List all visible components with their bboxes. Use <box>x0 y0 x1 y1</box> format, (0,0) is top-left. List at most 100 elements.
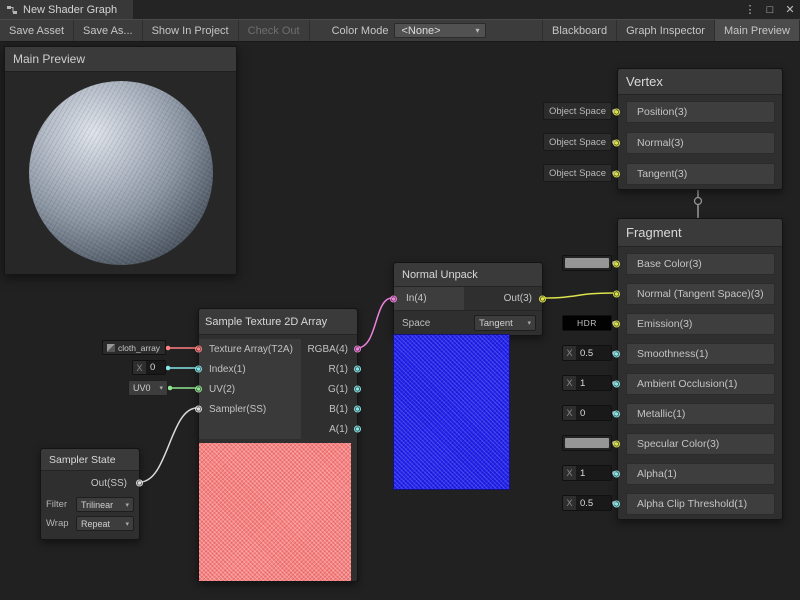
window-menu-icon[interactable]: ⋮ <box>740 0 760 19</box>
smoothness-port[interactable] <box>613 351 620 358</box>
metallic-value[interactable]: 0 <box>576 406 611 420</box>
vertex-row-normal[interactable]: Normal(3) <box>626 132 775 154</box>
input-index[interactable]: Index(1) <box>199 359 301 379</box>
graph-inspector-toggle-button[interactable]: Graph Inspector <box>617 20 715 41</box>
fragment-row-specular-color[interactable]: Specular Color(3) <box>626 433 775 455</box>
sampler-state-node[interactable]: Sampler State Out(SS) Filter Trilinear ▾… <box>40 448 140 540</box>
texture-array-object-field[interactable]: cloth_array <box>102 340 166 355</box>
in-port[interactable] <box>390 295 397 302</box>
window-tab[interactable]: New Shader Graph <box>0 0 133 19</box>
vertex-node[interactable]: Vertex Position(3) Normal(3) Tangent(3) <box>617 68 783 190</box>
output-r[interactable]: R(1) <box>301 359 357 379</box>
tangent-port[interactable] <box>613 171 620 178</box>
position-port[interactable] <box>613 109 620 116</box>
alpha-clip-value[interactable]: 0.5 <box>576 496 611 510</box>
output-label: R(1) <box>329 364 348 375</box>
ambient-occlusion-value[interactable]: 1 <box>576 376 611 390</box>
vertex-row-position[interactable]: Position(3) <box>626 101 775 123</box>
fragment-row-metallic[interactable]: Metallic(1) <box>626 403 775 425</box>
alpha-clip-port[interactable] <box>613 501 620 508</box>
uv-channel-dropdown[interactable]: UV0 ▾ <box>128 380 168 396</box>
maximize-icon[interactable]: □ <box>760 0 780 19</box>
fragment-row-alpha[interactable]: Alpha(1) <box>626 463 775 485</box>
input-label: UV(2) <box>209 384 235 395</box>
unpack-input-in[interactable]: In(4) <box>394 287 464 310</box>
alpha-clip-field[interactable]: X0.5 <box>562 495 612 511</box>
normal-unpack-io: In(4) Out(3) <box>394 287 542 311</box>
close-icon[interactable]: ✕ <box>780 0 800 19</box>
index-port[interactable] <box>195 366 202 373</box>
sample-texture-2d-array-node[interactable]: Sample Texture 2D Array Texture Array(T2… <box>198 308 358 582</box>
edge-rgba-to-in[interactable] <box>357 298 392 348</box>
input-sampler[interactable]: Sampler(SS) <box>199 399 301 419</box>
index-field[interactable]: X0 <box>132 360 166 375</box>
output-rgba[interactable]: RGBA(4) <box>301 339 357 359</box>
alpha-field[interactable]: X1 <box>562 465 612 481</box>
base-color-swatch[interactable] <box>562 255 612 271</box>
input-texture-array[interactable]: Texture Array(T2A) <box>199 339 301 359</box>
specular-color-port[interactable] <box>613 441 620 448</box>
vertex-row-tangent[interactable]: Tangent(3) <box>626 163 775 185</box>
position-space-dropdown[interactable]: Object Space <box>543 102 612 120</box>
blackboard-toggle-button[interactable]: Blackboard <box>542 20 617 41</box>
r-port[interactable] <box>354 366 361 373</box>
base-color-port[interactable] <box>613 261 620 268</box>
filter-dropdown[interactable]: Trilinear ▾ <box>76 497 134 512</box>
fragment-row-smoothness[interactable]: Smoothness(1) <box>626 343 775 365</box>
smoothness-value[interactable]: 0.5 <box>576 346 611 360</box>
out-port[interactable] <box>539 295 546 302</box>
main-preview-toggle-button[interactable]: Main Preview <box>715 20 800 41</box>
texture-array-port[interactable] <box>195 346 202 353</box>
normal-tangent-port[interactable] <box>613 291 620 298</box>
sampler-output-row[interactable]: Out(SS) <box>41 471 139 495</box>
output-g[interactable]: G(1) <box>301 379 357 399</box>
smoothness-field[interactable]: X0.5 <box>562 345 612 361</box>
alpha-value[interactable]: 1 <box>576 466 611 480</box>
out-ss-port[interactable] <box>136 480 143 487</box>
save-asset-button[interactable]: Save Asset <box>0 20 74 41</box>
specular-color-swatch[interactable] <box>562 435 612 451</box>
emission-hdr-field[interactable]: HDR <box>562 315 612 331</box>
fragment-row-label: Base Color(3) <box>637 258 702 270</box>
a-port[interactable] <box>354 426 361 433</box>
edge-samplerstate-to-sampler[interactable] <box>140 408 197 482</box>
fragment-row-emission[interactable]: Emission(3) <box>626 313 775 335</box>
fragment-row-ambient-occlusion[interactable]: Ambient Occlusion(1) <box>626 373 775 395</box>
color-mode-dropdown[interactable]: <None> ▾ <box>394 23 486 38</box>
rgba-port[interactable] <box>354 346 361 353</box>
unpack-output-out[interactable]: Out(3) <box>464 287 542 310</box>
fragment-row-normal[interactable]: Normal (Tangent Space)(3) <box>626 283 775 305</box>
index-value[interactable]: 0 <box>146 361 165 374</box>
ambient-occlusion-field[interactable]: X1 <box>562 375 612 391</box>
normal-unpack-node[interactable]: Normal Unpack In(4) Out(3) Space Tangent… <box>393 262 543 336</box>
emission-port[interactable] <box>613 321 620 328</box>
g-port[interactable] <box>354 386 361 393</box>
fragment-row-base-color[interactable]: Base Color(3) <box>626 253 775 275</box>
metallic-field[interactable]: X0 <box>562 405 612 421</box>
show-in-project-button[interactable]: Show In Project <box>143 20 239 41</box>
wrap-dropdown[interactable]: Repeat ▾ <box>76 516 134 531</box>
filter-value: Trilinear <box>81 500 113 510</box>
graph-canvas[interactable]: Main Preview Vertex Position(3) Normal(3… <box>0 42 800 600</box>
main-preview-panel-title[interactable]: Main Preview <box>5 47 236 72</box>
save-as-button[interactable]: Save As... <box>74 20 143 41</box>
output-a[interactable]: A(1) <box>301 419 357 439</box>
output-b[interactable]: B(1) <box>301 399 357 419</box>
tangent-space-dropdown[interactable]: Object Space <box>543 164 612 182</box>
space-dropdown[interactable]: Tangent ▾ <box>474 315 536 331</box>
normal-space-dropdown[interactable]: Object Space <box>543 133 612 151</box>
fragment-row-alpha-clip[interactable]: Alpha Clip Threshold(1) <box>626 493 775 515</box>
main-preview-panel[interactable]: Main Preview <box>4 46 237 275</box>
input-uv[interactable]: UV(2) <box>199 379 301 399</box>
fragment-row-label: Ambient Occlusion(1) <box>637 378 737 390</box>
fragment-node[interactable]: Fragment Base Color(3) Normal (Tangent S… <box>617 218 783 520</box>
sampler-port[interactable] <box>195 406 202 413</box>
b-port[interactable] <box>354 406 361 413</box>
vertex-row-label: Tangent(3) <box>637 168 687 180</box>
ambient-occlusion-port[interactable] <box>613 381 620 388</box>
normal-port[interactable] <box>613 140 620 147</box>
uv-port[interactable] <box>195 386 202 393</box>
alpha-port[interactable] <box>613 471 620 478</box>
edge-out-to-normal[interactable] <box>543 293 613 298</box>
metallic-port[interactable] <box>613 411 620 418</box>
